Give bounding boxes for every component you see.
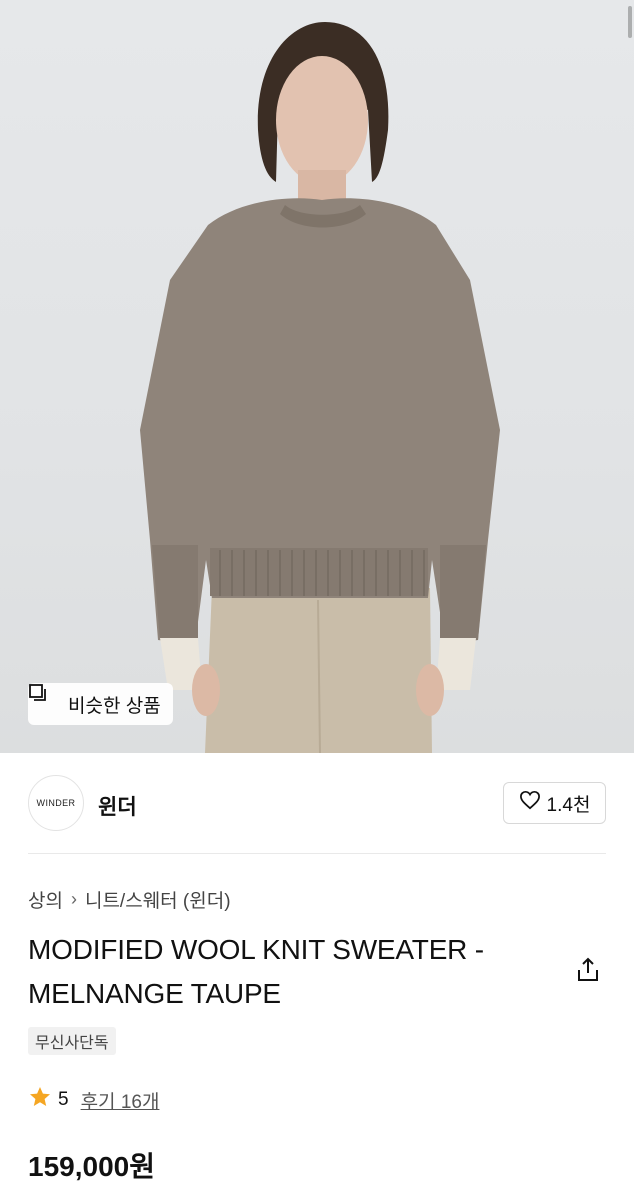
- brand-row: WINDER 윈더 1.4천: [28, 775, 606, 833]
- exclusive-badge: 무신사단독: [28, 1027, 116, 1055]
- like-count: 1.4천: [546, 794, 591, 816]
- model-photo: [140, 22, 500, 753]
- scrollbar[interactable]: [628, 6, 632, 38]
- heart-icon: [519, 790, 541, 816]
- breadcrumb: 상의 › 니트/스웨터 (윈더): [28, 886, 231, 913]
- breadcrumb-subcategory[interactable]: 니트/스웨터 (윈더): [85, 886, 231, 913]
- like-button[interactable]: 1.4천: [503, 782, 606, 824]
- share-icon: [578, 957, 598, 981]
- divider: [28, 853, 606, 854]
- product-title: MODIFIED WOOL KNIT SWEATER - MELNANGE TA…: [28, 934, 484, 1009]
- breadcrumb-category[interactable]: 상의: [28, 886, 63, 913]
- share-button[interactable]: [574, 956, 602, 984]
- brand-logo-text: WINDER: [36, 798, 76, 808]
- similar-items-icon: [29, 684, 60, 714]
- reviews-link[interactable]: 후기 16개: [81, 1087, 160, 1114]
- product-image[interactable]: 비슷한 상품: [0, 0, 634, 753]
- brand-name[interactable]: 윈더: [98, 791, 137, 821]
- star-icon: [28, 1085, 52, 1115]
- price: 159,000원: [28, 1151, 155, 1182]
- chevron-right-icon: ›: [70, 889, 77, 909]
- similar-items-button[interactable]: 비슷한 상품: [28, 683, 173, 725]
- rating-score: 5: [58, 1089, 69, 1110]
- rating-row: 5 후기 16개: [28, 1086, 159, 1114]
- brand-logo[interactable]: WINDER: [28, 775, 84, 831]
- similar-items-label: 비슷한 상품: [68, 695, 161, 717]
